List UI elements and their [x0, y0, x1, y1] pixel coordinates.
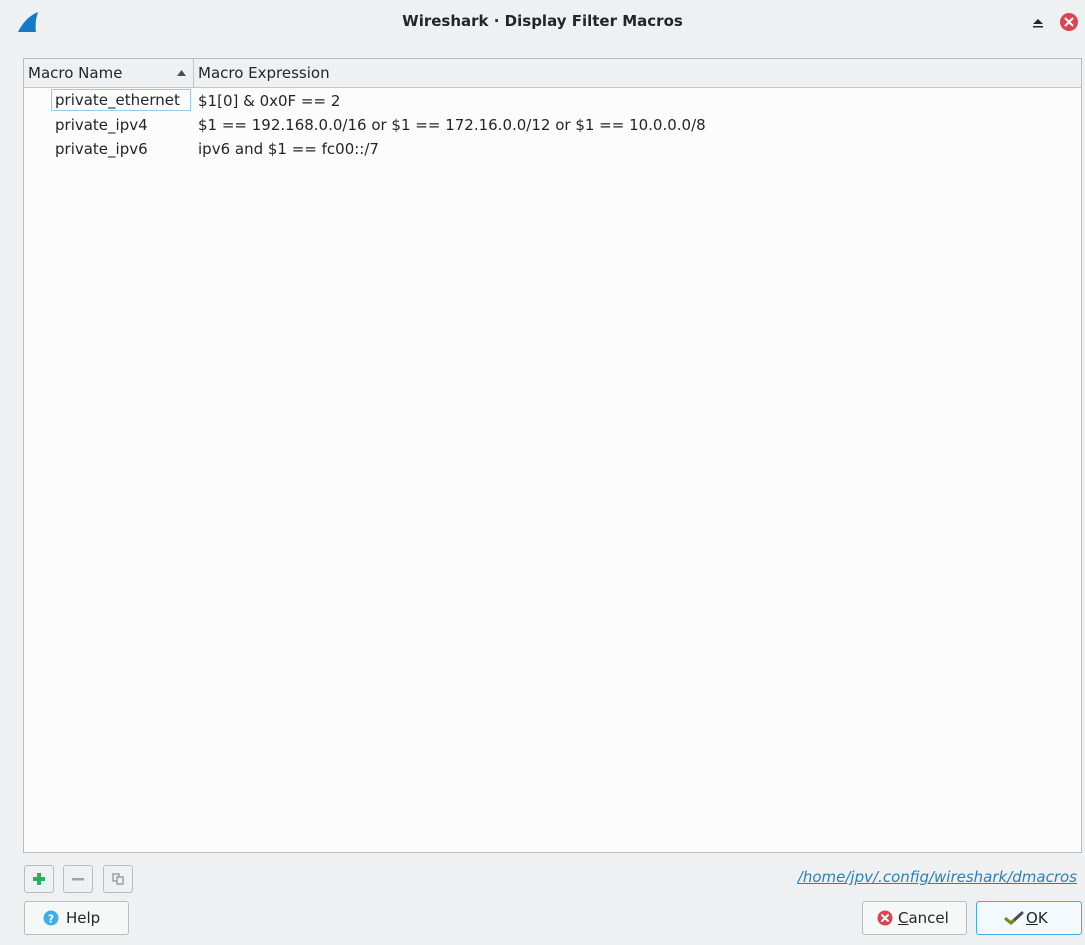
keep-above-icon[interactable]: [1029, 14, 1047, 32]
close-icon[interactable]: [1059, 12, 1079, 32]
macro-name-cell[interactable]: private_ethernet: [51, 89, 191, 111]
title-bar[interactable]: Wireshark · Display Filter Macros: [0, 0, 1085, 44]
help-button-label: Help: [66, 909, 101, 927]
table-row[interactable]: private_ipv4 $1 == 192.168.0.0/16 or $1 …: [24, 113, 1081, 137]
table-header: Macro Name Macro Expression: [24, 59, 1081, 88]
macro-name-cell[interactable]: private_ipv6: [51, 137, 191, 159]
sort-ascending-icon: [177, 70, 186, 76]
macro-expression-cell[interactable]: $1 == 192.168.0.0/16 or $1 == 172.16.0.0…: [198, 113, 706, 137]
ok-button-label: OK: [1026, 909, 1048, 927]
plus-icon: [33, 873, 45, 885]
cancel-button[interactable]: Cancel: [862, 901, 967, 935]
macro-name-cell[interactable]: private_ipv4: [51, 113, 191, 135]
help-button[interactable]: ? Help: [24, 901, 129, 935]
table-row[interactable]: private_ethernet $1[0] & 0x0F == 2: [24, 89, 1081, 113]
ok-check-icon: [1004, 911, 1024, 926]
display-filter-macros-dialog: Wireshark · Display Filter Macros Macro …: [0, 0, 1085, 945]
macro-expression-cell[interactable]: $1[0] & 0x0F == 2: [198, 89, 340, 113]
macro-expression-cell[interactable]: ipv6 and $1 == fc00::/7: [198, 137, 379, 161]
remove-macro-button[interactable]: [63, 865, 93, 893]
macro-table[interactable]: Macro Name Macro Expression private_ethe…: [23, 58, 1082, 853]
cancel-icon: [877, 910, 893, 926]
column-header-macro-expression-label: Macro Expression: [198, 64, 330, 82]
column-header-macro-expression[interactable]: Macro Expression: [198, 59, 330, 87]
window-title: Wireshark · Display Filter Macros: [402, 12, 683, 30]
minus-icon: [72, 878, 84, 881]
column-header-macro-name-label: Macro Name: [28, 64, 123, 82]
column-separator[interactable]: [193, 59, 194, 87]
help-icon: ?: [43, 910, 59, 926]
copy-macro-button[interactable]: [103, 865, 133, 893]
svg-text:?: ?: [48, 913, 54, 926]
table-row[interactable]: private_ipv6 ipv6 and $1 == fc00::/7: [24, 137, 1081, 161]
copy-icon: [112, 873, 124, 885]
column-header-macro-name[interactable]: Macro Name: [28, 59, 193, 87]
cancel-button-label: Cancel: [898, 909, 949, 927]
ok-button[interactable]: OK: [976, 901, 1082, 935]
config-file-path-link[interactable]: /home/jpv/.config/wireshark/dmacros: [798, 868, 1077, 886]
add-macro-button[interactable]: [24, 865, 54, 893]
